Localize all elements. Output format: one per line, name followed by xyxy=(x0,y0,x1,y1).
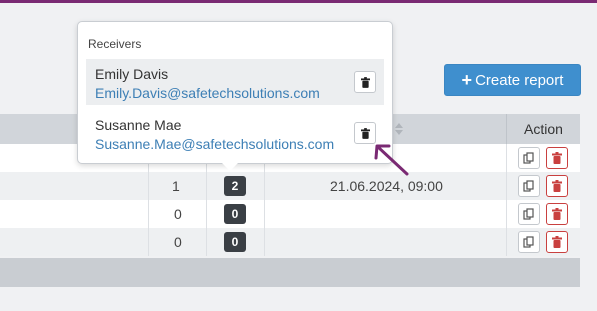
annotation-arrow-icon xyxy=(374,144,409,176)
receiver-name: Susanne Mae xyxy=(95,117,182,133)
copy-button[interactable] xyxy=(518,175,540,197)
popover-pointer xyxy=(222,163,238,171)
sort-icon[interactable] xyxy=(394,122,404,136)
copy-icon xyxy=(523,236,534,248)
copy-button[interactable] xyxy=(518,147,540,169)
delete-button[interactable] xyxy=(546,175,568,197)
trash-icon xyxy=(552,180,562,192)
receivers-count-badge[interactable]: 0 xyxy=(224,204,246,224)
receiver-name: Emily Davis xyxy=(95,66,169,82)
table-row: 0 0 xyxy=(0,228,580,256)
copy-icon xyxy=(523,208,534,220)
table-row: 1 2 21.06.2024, 09:00 xyxy=(0,172,580,200)
count-cell: 0 xyxy=(174,206,182,222)
trash-icon xyxy=(360,127,370,139)
trash-icon xyxy=(552,152,562,164)
count-cell: 1 xyxy=(172,178,180,194)
receiver-email[interactable]: Susanne.Mae@safetechsolutions.com xyxy=(95,136,334,152)
receivers-popover: Receivers Emily Davis Emily.Davis@safete… xyxy=(77,21,393,164)
table-row: 0 0 xyxy=(0,200,580,228)
trash-icon xyxy=(552,208,562,220)
popover-title: Receivers xyxy=(88,37,142,51)
copy-button[interactable] xyxy=(518,203,540,225)
plus-icon: + xyxy=(461,70,473,90)
receivers-count-badge[interactable]: 2 xyxy=(224,176,246,196)
table-footer xyxy=(0,258,580,287)
receiver-item: Susanne Mae Susanne.Mae@safetechsolution… xyxy=(86,110,384,156)
top-accent-bar xyxy=(0,0,597,3)
receiver-email[interactable]: Emily.Davis@safetechsolutions.com xyxy=(95,85,320,101)
copy-icon xyxy=(523,180,534,192)
receivers-count-badge[interactable]: 0 xyxy=(224,232,246,252)
trash-icon xyxy=(552,236,562,248)
receiver-item: Emily Davis Emily.Davis@safetechsolution… xyxy=(86,59,384,105)
copy-icon xyxy=(523,152,534,164)
action-column-header: Action xyxy=(524,121,563,137)
delete-button[interactable] xyxy=(546,231,568,253)
create-report-label: Create report xyxy=(475,71,564,89)
trash-icon xyxy=(360,76,370,88)
copy-button[interactable] xyxy=(518,231,540,253)
delete-button[interactable] xyxy=(546,203,568,225)
delete-button[interactable] xyxy=(546,147,568,169)
remove-receiver-button[interactable] xyxy=(354,71,376,93)
count-cell: 0 xyxy=(174,234,182,250)
create-report-button[interactable]: + Create report xyxy=(444,64,581,96)
